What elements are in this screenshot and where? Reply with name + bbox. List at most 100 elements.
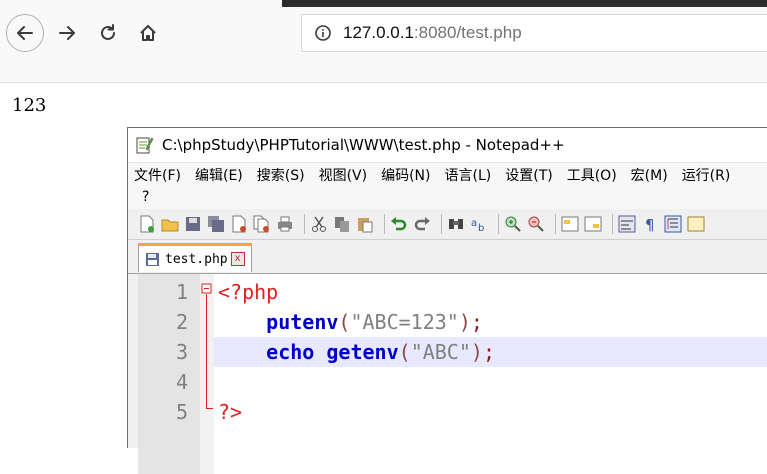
- menu-item-6[interactable]: 设置(T): [505, 165, 552, 185]
- tab-label: test.php: [165, 251, 228, 267]
- forward-arrow-icon: [59, 26, 75, 40]
- toolbar-separator: [384, 214, 385, 234]
- browser-toolbar: 127.0.0.1 :8080/test.php: [0, 0, 767, 83]
- line-number: 2: [175, 310, 188, 334]
- menu-item-2[interactable]: 搜索(S): [257, 165, 305, 185]
- notepad-window: C:\phpStudy\PHPTutorial\WWW\test.php - N…: [127, 127, 767, 474]
- top-strip: [282, 0, 767, 7]
- open-file-icon[interactable]: [161, 215, 179, 233]
- home-icon: [140, 25, 156, 41]
- code-token: <?php: [218, 280, 279, 304]
- code-line[interactable]: echo getenv("ABC");: [214, 337, 767, 367]
- code-editor[interactable]: 1 <?php 2 putenv("ABC=123"); 3 echo getenv(…: [138, 274, 767, 474]
- svg-text:¶: ¶: [645, 216, 655, 233]
- code-line[interactable]: [214, 367, 767, 397]
- line-number: 1: [175, 280, 188, 304]
- info-icon[interactable]: [308, 24, 338, 42]
- sync-horizontal-icon[interactable]: [584, 215, 602, 233]
- code-line[interactable]: ?>: [214, 397, 767, 427]
- save-icon[interactable]: [184, 215, 202, 233]
- line-number: 3: [175, 340, 188, 364]
- back-button[interactable]: [6, 14, 44, 52]
- reload-icon: [101, 24, 115, 40]
- reload-button[interactable]: [89, 14, 127, 52]
- menu-item-8[interactable]: 宏(M): [631, 165, 668, 185]
- menu-item-5[interactable]: 语言(L): [445, 165, 492, 185]
- saved-file-icon: [146, 252, 159, 266]
- toolbar-separator: [612, 214, 613, 234]
- code-token: "ABC": [410, 340, 471, 364]
- fold-margin: [200, 274, 214, 474]
- code-token: (: [338, 310, 351, 334]
- code-token: echo: [266, 340, 315, 364]
- toolbar-separator: [555, 214, 556, 234]
- close-all-icon[interactable]: [253, 215, 271, 233]
- code-line[interactable]: putenv("ABC=123");: [214, 307, 767, 337]
- save-all-icon[interactable]: [207, 215, 225, 233]
- menu-bar: 文件(F) 编辑(E) 搜索(S) 视图(V) 编码(N) 语言(L) 设置(T) 工具(O)…: [128, 162, 767, 209]
- url-path: :8080/test.php: [413, 23, 522, 42]
- print-icon[interactable]: [276, 215, 294, 233]
- menu-item-4[interactable]: 编码(N): [381, 165, 430, 185]
- menu-row: 文件(F) 编辑(E) 搜索(S) 视图(V) 编码(N) 语言(L) 设置(T) 工具(O)…: [128, 163, 767, 187]
- show-all-characters-icon[interactable]: ¶: [641, 215, 659, 233]
- toolbar-separator: [498, 214, 499, 234]
- tab-test-php[interactable]: test.php x: [138, 243, 252, 272]
- cut-icon[interactable]: [310, 215, 328, 233]
- sync-vertical-icon[interactable]: [561, 215, 579, 233]
- back-arrow-icon: [17, 26, 33, 40]
- code-token: (: [398, 340, 411, 364]
- line-number: 5: [175, 400, 188, 424]
- close-file-icon[interactable]: [230, 215, 248, 233]
- code-token: ): [470, 340, 483, 364]
- code-token: "ABC=123": [350, 310, 459, 334]
- undo-icon[interactable]: [390, 215, 408, 233]
- forward-button[interactable]: [48, 14, 86, 52]
- code-token: getenv: [326, 340, 399, 364]
- fold-toggle-icon[interactable]: [201, 282, 213, 296]
- menu-item-0[interactable]: 文件(F): [134, 165, 181, 185]
- user-defined-language-icon[interactable]: [687, 215, 705, 233]
- new-file-icon[interactable]: [138, 215, 156, 233]
- toolbar: ab ¶: [128, 209, 767, 240]
- notepad-logo-icon: [136, 137, 154, 154]
- zoom-in-icon[interactable]: [504, 215, 522, 233]
- menu-item-1[interactable]: 编辑(E): [195, 165, 243, 185]
- toolbar-separator: [441, 214, 442, 234]
- fold-end: [206, 408, 213, 409]
- zoom-out-icon[interactable]: [527, 215, 545, 233]
- svg-text:a: a: [471, 218, 477, 229]
- code-token: ): [458, 310, 471, 334]
- fold-line: [206, 294, 207, 408]
- toolbar-separator: [304, 214, 305, 234]
- svg-text:b: b: [478, 223, 484, 233]
- paste-icon[interactable]: [356, 215, 374, 233]
- menu-item-7[interactable]: 工具(O): [567, 165, 617, 185]
- menu-item-9[interactable]: 运行(R): [682, 165, 731, 185]
- tab-bar: test.php x: [128, 240, 767, 274]
- redo-icon[interactable]: [413, 215, 431, 233]
- code-token: ;: [482, 340, 495, 364]
- menu-item-3[interactable]: 视图(V): [319, 165, 368, 185]
- code-line[interactable]: <?php: [214, 277, 767, 307]
- code-token: putenv: [266, 310, 339, 334]
- menu-row-2: ?: [128, 187, 767, 207]
- code-token: ;: [470, 310, 483, 334]
- home-button[interactable]: [129, 14, 167, 52]
- word-wrap-icon[interactable]: [618, 215, 636, 233]
- copy-icon[interactable]: [333, 215, 351, 233]
- window-titlebar[interactable]: C:\phpStudy\PHPTutorial\WWW\test.php - N…: [128, 128, 767, 162]
- page-output: 123: [12, 95, 47, 116]
- url-host: 127.0.0.1: [343, 23, 414, 42]
- line-number: 4: [175, 370, 188, 394]
- find-icon[interactable]: [447, 215, 465, 233]
- close-tab-icon[interactable]: x: [230, 252, 245, 266]
- code-token: ?>: [218, 400, 243, 424]
- indent-guide-icon[interactable]: [664, 215, 682, 233]
- menu-item-help[interactable]: ?: [142, 189, 149, 205]
- url-bar[interactable]: 127.0.0.1 :8080/test.php: [301, 14, 767, 52]
- replace-icon[interactable]: ab: [470, 215, 488, 233]
